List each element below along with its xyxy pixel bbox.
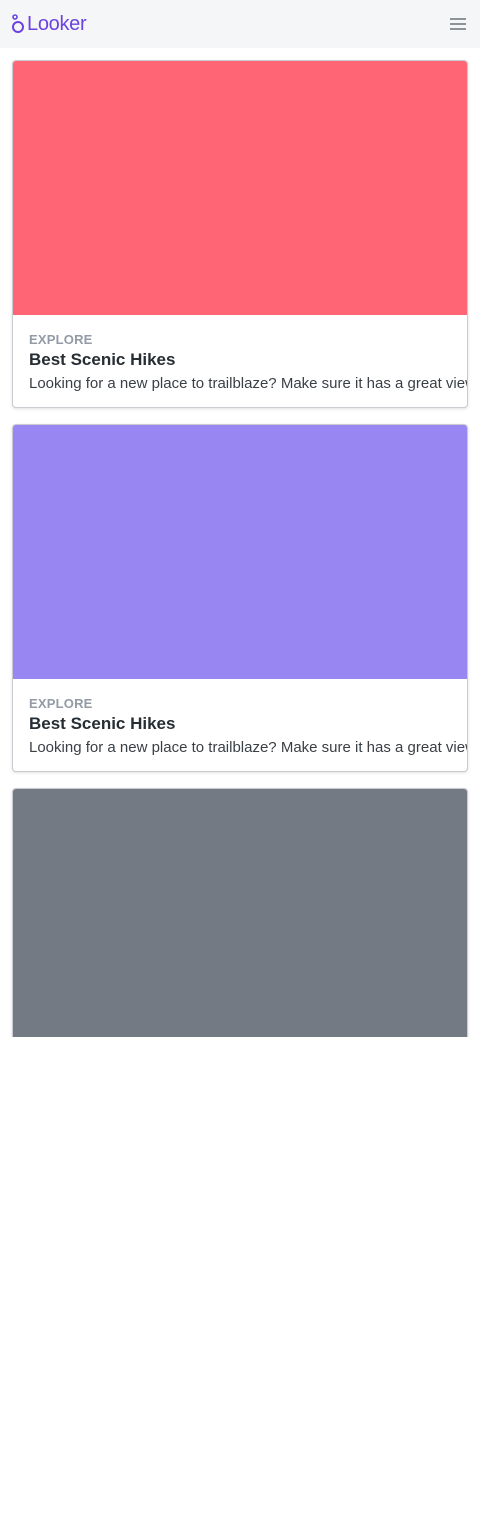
card-image (13, 425, 467, 679)
hamburger-menu-icon[interactable] (450, 18, 466, 30)
looker-logo-icon (12, 14, 24, 33)
card[interactable] (12, 788, 468, 1037)
card-image (13, 61, 467, 315)
app: Looker EXPLORE Best Scenic Hikes Looking… (0, 0, 480, 1037)
card-description: Looking for a new place to trailblaze? M… (29, 739, 468, 756)
logo-text: Looker (27, 12, 87, 35)
card-eyebrow: EXPLORE (29, 696, 93, 711)
card-image (13, 789, 467, 1037)
looker-logo[interactable]: Looker (11, 12, 87, 36)
header: Looker (0, 0, 480, 48)
card-title: Best Scenic Hikes (29, 350, 176, 369)
card-list: EXPLORE Best Scenic Hikes Looking for a … (0, 48, 480, 1037)
card-description: Looking for a new place to trailblaze? M… (29, 375, 468, 392)
card-title: Best Scenic Hikes (29, 714, 176, 733)
card-eyebrow: EXPLORE (29, 332, 93, 347)
card[interactable]: EXPLORE Best Scenic Hikes Looking for a … (12, 60, 468, 408)
card[interactable]: EXPLORE Best Scenic Hikes Looking for a … (12, 424, 468, 772)
